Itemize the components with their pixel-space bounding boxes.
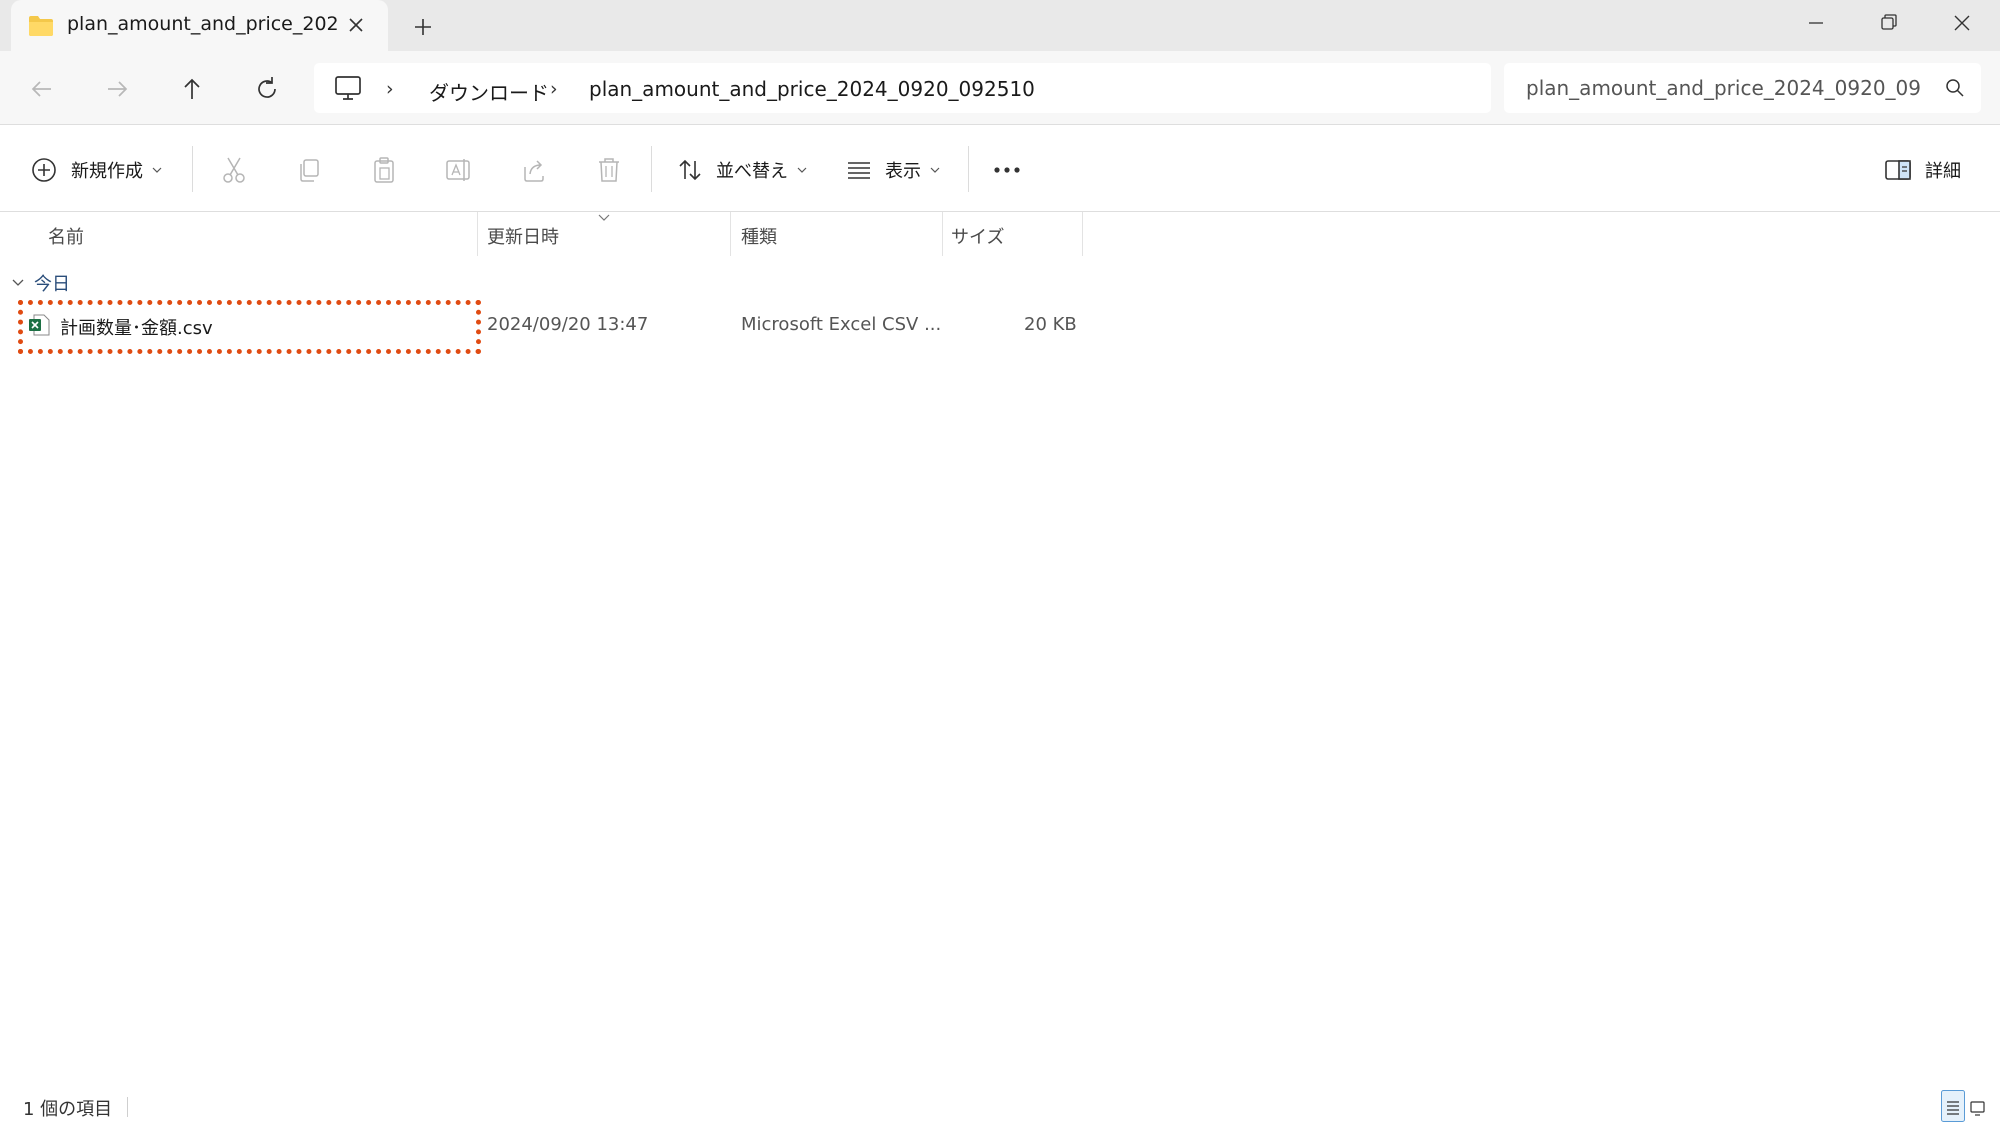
command-bar: 新規作成 並べ替え 表示 詳細 <box>0 126 2000 212</box>
view-button[interactable]: 表示 <box>846 150 941 190</box>
column-header-modified[interactable]: 更新日時 <box>487 223 559 249</box>
file-modified: 2024/09/20 13:47 <box>487 314 649 335</box>
more-options-icon[interactable] <box>990 150 1024 190</box>
sort-button[interactable]: 並べ替え <box>676 150 808 190</box>
search-input[interactable]: plan_amount_and_price_2024_0920_092 <box>1526 76 1922 100</box>
group-label: 今日 <box>34 274 70 295</box>
tab-title: plan_amount_and_price_2024_ <box>67 13 337 35</box>
details-pane-icon <box>1885 160 1911 180</box>
title-bar: plan_amount_and_price_2024_ <box>0 0 2000 51</box>
up-arrow-icon[interactable] <box>172 69 212 109</box>
group-header-today[interactable]: 今日 <box>10 270 70 296</box>
chevron-right-icon[interactable]: › <box>386 78 394 100</box>
divider <box>192 146 193 192</box>
new-button-label: 新規作成 <box>71 161 143 182</box>
cut-icon[interactable] <box>219 150 249 190</box>
restore-icon[interactable] <box>1870 8 1906 38</box>
tab-active[interactable]: plan_amount_and_price_2024_ <box>11 0 388 51</box>
column-divider[interactable] <box>477 212 478 256</box>
column-divider[interactable] <box>1082 212 1083 256</box>
close-tab-icon[interactable] <box>343 12 369 38</box>
column-header-type[interactable]: 種類 <box>741 223 777 249</box>
sort-button-label: 並べ替え <box>716 161 788 182</box>
details-view-icon[interactable] <box>1941 1090 1965 1122</box>
details-pane-button[interactable]: 詳細 <box>1884 150 1961 190</box>
folder-icon <box>29 16 53 36</box>
divider <box>968 146 969 192</box>
column-header-size[interactable]: サイズ <box>951 223 1004 249</box>
navigation-bar: › ダウンロード › plan_amount_and_price_2024_09… <box>0 51 2000 125</box>
chevron-down-icon <box>152 167 162 173</box>
delete-icon[interactable] <box>594 150 624 190</box>
view-button-label: 表示 <box>885 161 921 182</box>
chevron-down-icon <box>12 279 24 286</box>
column-divider[interactable] <box>730 212 731 256</box>
column-divider[interactable] <box>942 212 943 256</box>
rename-icon[interactable] <box>444 150 474 190</box>
refresh-icon[interactable] <box>247 69 287 109</box>
status-item-count: 1 個の項目 <box>23 1099 113 1120</box>
details-pane-label: 詳細 <box>1925 161 1961 182</box>
new-tab-icon[interactable] <box>408 12 438 42</box>
file-type: Microsoft Excel CSV ... <box>741 314 942 335</box>
column-header-row: 名前 更新日時 種類 サイズ <box>0 212 1083 256</box>
sort-descending-icon <box>598 214 610 221</box>
plus-circle-icon <box>32 158 56 182</box>
divider <box>127 1097 128 1117</box>
search-icon[interactable] <box>1944 77 1966 99</box>
view-list-icon <box>848 162 870 179</box>
excel-csv-file-icon <box>29 314 50 336</box>
copy-icon[interactable] <box>294 150 324 190</box>
chevron-down-icon <box>930 167 940 173</box>
file-name[interactable]: 計画数量･金額.csv <box>60 314 213 340</box>
forward-arrow-icon[interactable] <box>97 69 137 109</box>
breadcrumb-downloads[interactable]: ダウンロード <box>429 77 549 106</box>
paste-icon[interactable] <box>369 150 399 190</box>
divider <box>651 146 652 192</box>
large-icons-view-icon[interactable] <box>1966 1090 1990 1122</box>
breadcrumb-current-folder[interactable]: plan_amount_and_price_2024_0920_092510 <box>589 77 1035 101</box>
sort-icon <box>679 159 701 181</box>
share-icon[interactable] <box>519 150 549 190</box>
search-box[interactable]: plan_amount_and_price_2024_0920_092 <box>1504 63 1981 113</box>
this-pc-icon[interactable] <box>334 75 362 101</box>
minimize-icon[interactable] <box>1798 8 1834 38</box>
address-bar[interactable]: › ダウンロード › plan_amount_and_price_2024_09… <box>314 63 1491 113</box>
file-size: 20 KB <box>1024 314 1077 335</box>
back-arrow-icon[interactable] <box>22 69 62 109</box>
chevron-down-icon <box>797 167 807 173</box>
file-row[interactable]: 計画数量･金額.csv 2024/09/20 13:47 Microsoft E… <box>18 300 1083 354</box>
new-button[interactable]: 新規作成 <box>30 150 163 190</box>
column-header-name[interactable]: 名前 <box>48 223 84 249</box>
close-window-icon[interactable] <box>1944 8 1980 38</box>
chevron-right-icon[interactable]: › <box>550 78 558 100</box>
